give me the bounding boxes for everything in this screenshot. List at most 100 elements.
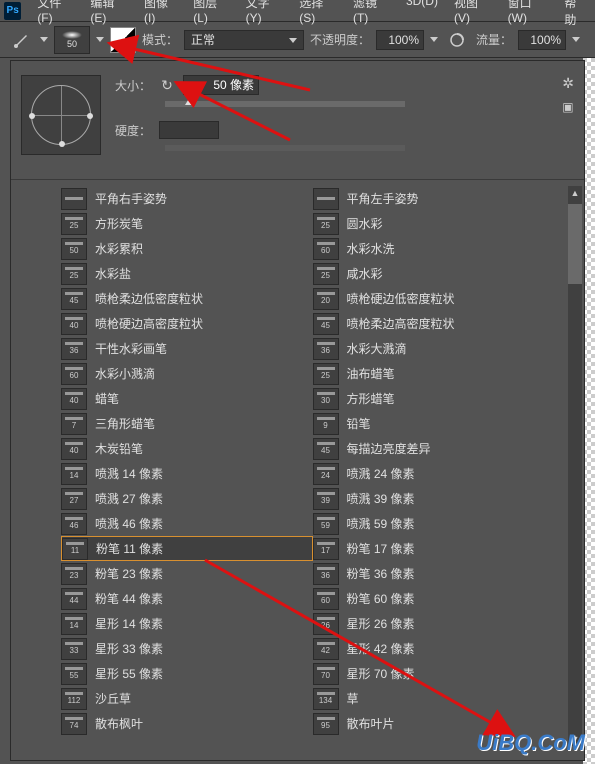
brush-preset-item[interactable]: 20喷枪硬边低密度粒状	[313, 286, 565, 311]
brush-preset-item[interactable]: 60水彩水洗	[313, 236, 565, 261]
brush-preset-item[interactable]: 60粉笔 60 像素	[313, 586, 565, 611]
brush-thumb-icon: 134	[313, 688, 339, 710]
scroll-thumb[interactable]	[568, 204, 582, 284]
brush-preset-item[interactable]: 36水彩大溅滴	[313, 336, 565, 361]
brush-name: 喷溅 27 像素	[95, 490, 163, 507]
brush-preset-item[interactable]: 70星形 70 像素	[313, 661, 565, 686]
brush-preset-item[interactable]: 平角右手姿势	[61, 186, 313, 211]
brush-tip-shape[interactable]	[21, 75, 101, 155]
menubar: Ps 文件(F)编辑(E)图像(I)图层(L)文字(Y)选择(S)滤镜(T)3D…	[0, 0, 595, 22]
app-icon: Ps	[4, 2, 21, 20]
brush-name: 咸水彩	[347, 265, 383, 282]
brush-preset-item[interactable]: 25 圆水彩	[313, 211, 565, 236]
brush-preset-item[interactable]: 45喷枪柔边低密度粒状	[61, 286, 313, 311]
brush-thumb-icon: 95	[313, 713, 339, 735]
brush-preset-item[interactable]: 112沙丘草	[61, 686, 313, 711]
brush-preset-item[interactable]: 45喷枪柔边高密度粒状	[313, 311, 565, 336]
brush-name: 喷枪硬边低密度粒状	[347, 290, 455, 307]
menu-item[interactable]: 帮助	[556, 0, 595, 30]
brush-preset-item[interactable]: 26星形 26 像素	[313, 611, 565, 636]
brush-preset-item[interactable]: 25油布蜡笔	[313, 361, 565, 386]
size-slider[interactable]	[165, 101, 405, 107]
brush-name: 粉笔 11 像素	[96, 540, 163, 557]
tool-chevron-icon[interactable]	[40, 30, 48, 50]
brush-preset-item[interactable]: 44粉笔 44 像素	[61, 586, 313, 611]
brush-preset-item[interactable]: 30方形蜡笔	[313, 386, 565, 411]
pressure-opacity-icon[interactable]	[444, 27, 470, 53]
brush-size-num: 50	[67, 39, 77, 49]
hardness-slider[interactable]	[165, 145, 405, 151]
brush-preset-item[interactable]: 36干性水彩画笔	[61, 336, 313, 361]
size-input[interactable]: 50 像素	[183, 75, 259, 95]
brush-preset-item[interactable]: 40喷枪硬边高密度粒状	[61, 311, 313, 336]
opacity-input[interactable]: 100%	[376, 30, 424, 50]
brush-preset-item[interactable]: 46喷溅 46 像素	[61, 511, 313, 536]
brush-preset-item[interactable]: 134草	[313, 686, 565, 711]
brush-preset-item[interactable]: 24喷溅 24 像素	[313, 461, 565, 486]
panel-menu-icon[interactable]: ✲	[562, 75, 574, 92]
brush-preset-item[interactable]: 50水彩累积	[61, 236, 313, 261]
brush-name: 圆水彩	[347, 215, 383, 232]
brush-preset-item[interactable]: 39喷溅 39 像素	[313, 486, 565, 511]
brush-name: 喷溅 59 像素	[347, 515, 415, 532]
brush-preset-item[interactable]: 25咸水彩	[313, 261, 565, 286]
brush-tool-icon[interactable]	[8, 27, 34, 53]
brush-thumb-icon: 25	[313, 213, 339, 235]
brush-preset-item[interactable]: 7三角形蜡笔	[61, 411, 313, 436]
brush-preset-item[interactable]: 25水彩盐	[61, 261, 313, 286]
brush-preset-item[interactable]: 14星形 14 像素	[61, 611, 313, 636]
brush-preset-item[interactable]: 40木炭铅笔	[61, 436, 313, 461]
brush-preset-item[interactable]: 60水彩小溅滴	[61, 361, 313, 386]
brush-name: 喷枪柔边高密度粒状	[347, 315, 455, 332]
brush-preset-item[interactable]: 14喷溅 14 像素	[61, 461, 313, 486]
brush-thumb-icon: 36	[61, 338, 87, 360]
mode-label: 模式：	[142, 31, 178, 48]
reset-icon[interactable]: ↻	[159, 77, 175, 93]
brush-preset-item[interactable]: 11粉笔 11 像素	[61, 536, 313, 561]
menu-item[interactable]: 滤镜(T)	[345, 0, 398, 30]
brush-preset-item[interactable]: 25方形炭笔	[61, 211, 313, 236]
brush-thumb-icon: 45	[61, 288, 87, 310]
flow-input[interactable]: 100%	[518, 30, 566, 50]
brush-preset-item[interactable]: 40蜡笔	[61, 386, 313, 411]
brush-preset-item[interactable]: 平角左手姿势	[313, 186, 565, 211]
brush-name: 星形 70 像素	[347, 665, 415, 682]
brush-preset-item[interactable]: 55星形 55 像素	[61, 661, 313, 686]
new-preset-icon[interactable]: ▣	[562, 100, 574, 114]
menu-item[interactable]: 图像(I)	[136, 0, 185, 30]
menu-item[interactable]: 图层(L)	[185, 0, 237, 30]
brush-list-scrollbar[interactable]: ▲ ▼	[568, 186, 582, 746]
opacity-chevron-icon[interactable]	[430, 30, 438, 50]
brush-preset-item[interactable]: 45每描边亮度差异	[313, 436, 565, 461]
brush-preset-item[interactable]: 27喷溅 27 像素	[61, 486, 313, 511]
scroll-up-icon[interactable]: ▲	[568, 186, 582, 200]
menu-item[interactable]: 3D(D)	[398, 0, 446, 30]
opacity-label: 不透明度：	[310, 31, 370, 48]
brush-name: 星形 33 像素	[95, 640, 163, 657]
menu-item[interactable]: 编辑(E)	[82, 0, 136, 30]
brush-preset-item[interactable]: 9铅笔	[313, 411, 565, 436]
brush-preset-item[interactable]: 33星形 33 像素	[61, 636, 313, 661]
flow-chevron-icon[interactable]	[572, 30, 580, 50]
brush-preview[interactable]: 50	[54, 26, 90, 54]
brush-name: 喷溅 39 像素	[347, 490, 415, 507]
brush-thumb-icon: 25	[313, 363, 339, 385]
menu-item[interactable]: 视图(V)	[446, 0, 500, 30]
brush-preset-item[interactable]: 42星形 42 像素	[313, 636, 565, 661]
brush-preview-chevron-icon[interactable]	[96, 30, 104, 50]
brush-preset-item[interactable]: 74散布枫叶	[61, 711, 313, 736]
menu-item[interactable]: 窗口(W)	[500, 0, 557, 30]
hardness-input[interactable]	[159, 121, 219, 139]
menu-item[interactable]: 选择(S)	[291, 0, 345, 30]
brush-thumb-icon: 42	[313, 638, 339, 660]
brush-preset-item[interactable]: 59喷溅 59 像素	[313, 511, 565, 536]
brush-thumb-icon: 40	[61, 388, 87, 410]
menu-item[interactable]: 文字(Y)	[238, 0, 292, 30]
paint-mode-icon[interactable]	[110, 27, 136, 53]
brush-name: 铅笔	[347, 415, 371, 432]
brush-name: 粉笔 44 像素	[95, 590, 163, 607]
brush-preset-item[interactable]: 17粉笔 17 像素	[313, 536, 565, 561]
brush-preset-item[interactable]: 36粉笔 36 像素	[313, 561, 565, 586]
blend-mode-dropdown[interactable]: 正常	[184, 30, 304, 50]
brush-preset-item[interactable]: 23粉笔 23 像素	[61, 561, 313, 586]
